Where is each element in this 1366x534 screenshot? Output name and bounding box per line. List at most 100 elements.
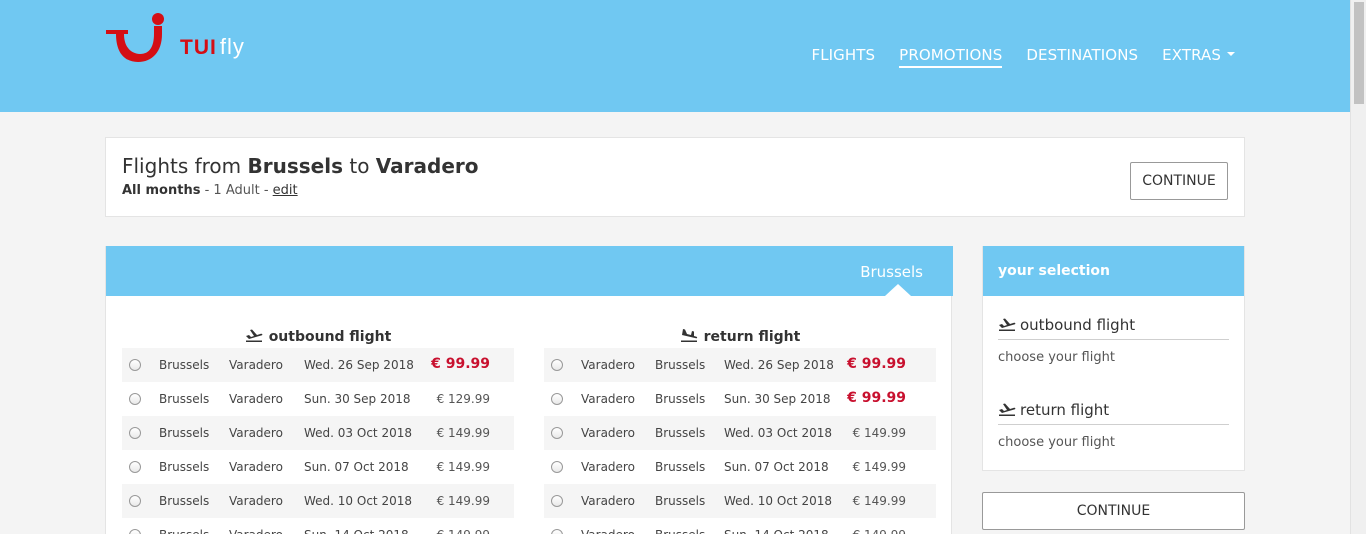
flight-from: Varadero xyxy=(581,528,635,534)
main-nav: FLIGHTS PROMOTIONS DESTINATIONS EXTRAS xyxy=(811,46,1235,68)
flight-price: € 149.99 xyxy=(853,528,906,534)
continue-button-top[interactable]: CONTINUE xyxy=(1130,162,1228,200)
header-city-tab[interactable]: Brussels xyxy=(860,263,923,281)
flight-from: Brussels xyxy=(159,392,210,406)
flight-row[interactable]: Varadero Brussels Sun. 14 Oct 2018 € 149.99 xyxy=(544,518,936,534)
flight-row[interactable]: Brussels Varadero Sun. 14 Oct 2018 € 149.99 xyxy=(122,518,514,534)
selection-outbound-text: outbound flight xyxy=(1020,316,1136,334)
flight-price: € 149.99 xyxy=(436,426,490,440)
nav-destinations[interactable]: DESTINATIONS xyxy=(1026,46,1138,68)
flight-row[interactable]: Brussels Varadero Sun. 30 Sep 2018 € 129.99 xyxy=(122,382,514,416)
flight-to: Brussels xyxy=(655,460,706,474)
flight-row[interactable]: Varadero Brussels Sun. 30 Sep 2018 € 99.99 xyxy=(544,382,936,416)
tui-fly-logo[interactable]: TUI fly xyxy=(104,12,244,68)
flight-from: Varadero xyxy=(581,426,635,440)
nav-extras[interactable]: EXTRAS xyxy=(1162,46,1235,68)
outbound-list: Brussels Varadero Wed. 26 Sep 2018 € 99.99 B… xyxy=(122,348,514,534)
flight-to: Varadero xyxy=(229,358,283,372)
flight-to: Varadero xyxy=(229,494,283,508)
flight-from: Varadero xyxy=(581,460,635,474)
flight-to: Varadero xyxy=(229,528,283,534)
site-header: TUI fly FLIGHTS PROMOTIONS DESTINATIONS E… xyxy=(0,0,1350,112)
arrival-plane-icon xyxy=(680,329,697,342)
criteria-separator: - xyxy=(259,183,273,198)
flight-row[interactable]: Brussels Varadero Wed. 03 Oct 2018 € 149.99 xyxy=(122,416,514,450)
flight-from: Brussels xyxy=(159,358,210,372)
criteria-passengers: 1 Adult xyxy=(213,183,260,198)
flight-price: € 149.99 xyxy=(852,426,906,440)
selection-outbound: outbound flight choose your flight xyxy=(998,310,1229,365)
flight-radio[interactable] xyxy=(551,461,563,473)
flight-from: Brussels xyxy=(159,494,210,508)
flight-to: Varadero xyxy=(229,426,283,440)
flight-radio[interactable] xyxy=(129,427,141,439)
flight-row[interactable]: Brussels Varadero Wed. 26 Sep 2018 € 99.99 xyxy=(122,348,514,382)
return-title: return flight xyxy=(544,326,936,348)
flight-radio[interactable] xyxy=(551,495,563,507)
scrollbar-thumb[interactable] xyxy=(1354,2,1364,104)
criteria-separator: - xyxy=(200,183,214,198)
return-column: return flight Varadero Brussels Wed. 26 Se… xyxy=(544,326,936,534)
page-scrollbar[interactable] xyxy=(1350,0,1366,534)
flight-radio[interactable] xyxy=(551,393,563,405)
selection-return-value: choose your flight xyxy=(998,435,1115,450)
departure-plane-icon xyxy=(999,403,1016,416)
flight-radio[interactable] xyxy=(129,359,141,371)
flight-row[interactable]: Brussels Varadero Sun. 07 Oct 2018 € 149.99 xyxy=(122,450,514,484)
search-criteria: All months - 1 Adult - edit xyxy=(122,183,298,198)
flight-radio[interactable] xyxy=(129,393,141,405)
title-origin: Brussels xyxy=(247,154,343,178)
selection-panel: your selection outbound flight choose yo… xyxy=(982,246,1245,471)
outbound-column: outbound flight Brussels Varadero Wed. 26 … xyxy=(122,326,514,534)
flight-radio[interactable] xyxy=(551,529,563,534)
title-connector: to xyxy=(349,154,370,178)
flight-to: Brussels xyxy=(655,494,706,508)
flights-panel-header: Brussels xyxy=(106,246,953,296)
flight-radio[interactable] xyxy=(129,529,141,534)
chevron-down-icon xyxy=(1227,51,1235,56)
flight-date: Wed. 10 Oct 2018 xyxy=(724,494,832,508)
flight-to: Brussels xyxy=(655,358,706,372)
tui-smile-icon xyxy=(106,13,164,62)
flight-price: € 149.99 xyxy=(852,494,906,508)
selection-return-label: return flight xyxy=(998,395,1229,425)
criteria-months: All months xyxy=(122,183,201,198)
flight-date: Sun. 30 Sep 2018 xyxy=(304,392,411,406)
flight-row[interactable]: Varadero Brussels Wed. 10 Oct 2018 € 149.99 xyxy=(544,484,936,518)
flight-from: Brussels xyxy=(159,528,209,534)
nav-flights[interactable]: FLIGHTS xyxy=(811,46,875,68)
flight-to: Brussels xyxy=(655,528,705,534)
flight-to: Varadero xyxy=(229,460,283,474)
flight-to: Brussels xyxy=(655,392,706,406)
title-destination: Varadero xyxy=(375,154,479,178)
nav-promotions[interactable]: PROMOTIONS xyxy=(899,46,1003,68)
flights-panel: Brussels outbound flight Brussels Varader… xyxy=(105,246,953,534)
flight-from: Brussels xyxy=(159,460,210,474)
continue-button-side[interactable]: CONTINUE xyxy=(982,492,1245,530)
flight-radio[interactable] xyxy=(129,495,141,507)
selection-outbound-value: choose your flight xyxy=(998,350,1115,365)
flight-row[interactable]: Brussels Varadero Wed. 10 Oct 2018 € 149.99 xyxy=(122,484,514,518)
flight-date: Wed. 03 Oct 2018 xyxy=(724,426,832,440)
flight-date: Sun. 30 Sep 2018 xyxy=(724,392,831,406)
flight-radio[interactable] xyxy=(551,359,563,371)
flight-row[interactable]: Varadero Brussels Wed. 03 Oct 2018 € 149.99 xyxy=(544,416,936,450)
selection-return-text: return flight xyxy=(1020,401,1110,419)
flight-to: Varadero xyxy=(229,392,283,406)
flight-date: Wed. 03 Oct 2018 xyxy=(304,426,412,440)
flight-date: Sun. 07 Oct 2018 xyxy=(304,460,409,474)
flight-radio[interactable] xyxy=(551,427,563,439)
nav-extras-label: EXTRAS xyxy=(1162,46,1221,64)
flight-from: Varadero xyxy=(581,392,635,406)
flight-from: Varadero xyxy=(581,358,635,372)
selection-return: return flight choose your flight xyxy=(998,395,1229,450)
flight-radio[interactable] xyxy=(129,461,141,473)
logo-product: fly xyxy=(219,34,245,59)
edit-search-link[interactable]: edit xyxy=(273,183,298,198)
flight-price: € 149.99 xyxy=(437,528,490,534)
flight-date: Sun. 14 Oct 2018 xyxy=(304,528,409,534)
flight-row[interactable]: Varadero Brussels Wed. 26 Sep 2018 € 99.99 xyxy=(544,348,936,382)
tab-notch xyxy=(885,284,911,296)
flight-row[interactable]: Varadero Brussels Sun. 07 Oct 2018 € 149.99 xyxy=(544,450,936,484)
search-summary: Flights from Brussels to Varadero All mo… xyxy=(105,137,1245,217)
